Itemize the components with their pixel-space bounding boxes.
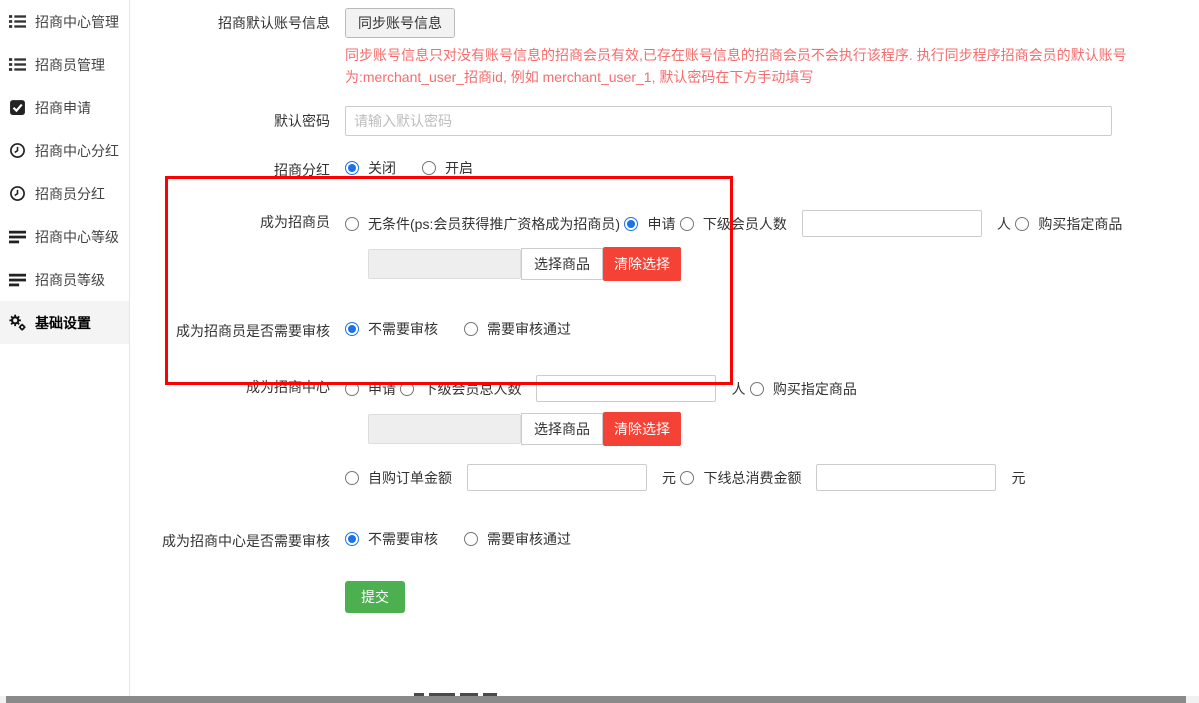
sidebar-item-label: 基础设置 bbox=[35, 313, 91, 333]
cogs-icon bbox=[9, 314, 26, 331]
submit-button[interactable]: 提交 bbox=[345, 581, 405, 613]
sidebar-item-label: 招商申请 bbox=[35, 98, 91, 118]
become-agent-row: 成为招商员 无条件(ps:会员获得推广资格成为招商员) 申请 下级会员人数人 购… bbox=[131, 210, 1199, 291]
clock-icon bbox=[9, 142, 26, 159]
center-subordinate-total-input[interactable] bbox=[536, 375, 716, 402]
sidebar-item-label: 招商中心等级 bbox=[35, 227, 119, 247]
bars-icon bbox=[9, 228, 26, 245]
sidebar: 招商中心管理 招商员管理 招商申请 招商中心分红 招商员分红 招商中心等级 招商… bbox=[0, 0, 130, 696]
center-review-label: 成为招商中心是否需要审核 bbox=[131, 529, 345, 551]
radio-checked-icon bbox=[345, 532, 359, 546]
radio-unchecked-icon bbox=[345, 217, 359, 231]
sidebar-item-label: 招商员等级 bbox=[35, 270, 105, 290]
radio-dividend-on[interactable]: 开启 bbox=[422, 158, 473, 178]
dividend-row: 招商分红 关闭 开启 bbox=[131, 158, 1199, 180]
radio-checked-icon bbox=[345, 322, 359, 336]
bars-icon bbox=[9, 271, 26, 288]
default-password-input[interactable] bbox=[345, 106, 1112, 136]
horizontal-scrollbar-thumb[interactable] bbox=[6, 696, 1186, 703]
list-icon bbox=[9, 56, 26, 73]
radio-center-downline-consumption[interactable]: 下线总消费金额元 bbox=[680, 464, 1025, 491]
radio-unchecked-icon bbox=[345, 382, 359, 396]
submit-row: 提交 bbox=[131, 581, 1199, 613]
radio-unchecked-icon bbox=[750, 382, 764, 396]
sync-account-row: 招商默认账号信息 同步账号信息 同步账号信息只对没有账号信息的招商会员有效,已存… bbox=[131, 8, 1199, 88]
radio-agent-unconditional[interactable]: 无条件(ps:会员获得推广资格成为招商员) bbox=[345, 214, 620, 234]
radio-agent-apply[interactable]: 申请 bbox=[624, 214, 675, 234]
sidebar-item-staff-dividend[interactable]: 招商员分红 bbox=[0, 172, 129, 215]
radio-unchecked-icon bbox=[680, 471, 694, 485]
default-password-row: 默认密码 bbox=[131, 106, 1199, 136]
radio-agent-no-review[interactable]: 不需要审核 bbox=[345, 319, 438, 339]
radio-unchecked-icon bbox=[1015, 217, 1029, 231]
sidebar-item-label: 招商员管理 bbox=[35, 55, 105, 75]
radio-unchecked-icon bbox=[400, 382, 414, 396]
radio-center-apply[interactable]: 申请 bbox=[345, 379, 396, 399]
horizontal-scrollbar-track[interactable] bbox=[0, 696, 1199, 703]
agent-review-row: 成为招商员是否需要审核 不需要审核 需要审核通过 bbox=[131, 319, 1199, 341]
become-agent-label: 成为招商员 bbox=[131, 210, 345, 232]
sidebar-item-basic-settings[interactable]: 基础设置 bbox=[0, 301, 129, 344]
sidebar-item-merchant-staff-manage[interactable]: 招商员管理 bbox=[0, 43, 129, 86]
radio-center-subordinate-total[interactable]: 下级会员总人数人 bbox=[400, 375, 745, 402]
radio-unchecked-icon bbox=[464, 532, 478, 546]
sidebar-item-merchant-apply[interactable]: 招商申请 bbox=[0, 86, 129, 129]
check-square-icon bbox=[9, 99, 26, 116]
radio-agent-need-review[interactable]: 需要审核通过 bbox=[464, 319, 571, 339]
radio-unchecked-icon bbox=[464, 322, 478, 336]
center-product-input[interactable] bbox=[368, 414, 521, 444]
sidebar-item-label: 招商中心管理 bbox=[35, 12, 119, 32]
sync-account-label: 招商默认账号信息 bbox=[131, 8, 345, 33]
radio-unchecked-icon bbox=[680, 217, 694, 231]
sync-account-button[interactable]: 同步账号信息 bbox=[345, 8, 455, 38]
radio-dividend-off[interactable]: 关闭 bbox=[345, 158, 396, 178]
radio-unchecked-icon bbox=[422, 161, 436, 175]
agent-product-input[interactable] bbox=[368, 249, 521, 279]
radio-checked-icon bbox=[345, 161, 359, 175]
sidebar-item-merchant-center-manage[interactable]: 招商中心管理 bbox=[0, 0, 129, 43]
default-password-label: 默认密码 bbox=[131, 106, 345, 131]
center-downline-consumption-input[interactable] bbox=[816, 464, 996, 491]
radio-agent-buy-product[interactable]: 购买指定商品 bbox=[1015, 214, 1122, 234]
list-icon bbox=[9, 13, 26, 30]
center-select-product-button[interactable]: 选择商品 bbox=[521, 413, 603, 445]
sidebar-item-staff-level[interactable]: 招商员等级 bbox=[0, 258, 129, 301]
radio-center-self-order-amount[interactable]: 自购订单金额元 bbox=[345, 464, 676, 491]
sidebar-item-center-level[interactable]: 招商中心等级 bbox=[0, 215, 129, 258]
agent-review-label: 成为招商员是否需要审核 bbox=[131, 319, 345, 341]
center-review-row: 成为招商中心是否需要审核 不需要审核 需要审核通过 bbox=[131, 529, 1199, 551]
dividend-label: 招商分红 bbox=[131, 158, 345, 180]
sync-account-help-text: 同步账号信息只对没有账号信息的招商会员有效,已存在账号信息的招商会员不会执行该程… bbox=[345, 44, 1145, 88]
clock-icon bbox=[9, 185, 26, 202]
radio-checked-icon bbox=[624, 217, 638, 231]
admin-settings-page: 招商中心管理 招商员管理 招商申请 招商中心分红 招商员分红 招商中心等级 招商… bbox=[0, 0, 1199, 703]
sidebar-item-center-dividend[interactable]: 招商中心分红 bbox=[0, 129, 129, 172]
agent-clear-select-button[interactable]: 清除选择 bbox=[603, 247, 681, 281]
center-self-order-amount-input[interactable] bbox=[467, 464, 647, 491]
settings-form: 招商默认账号信息 同步账号信息 同步账号信息只对没有账号信息的招商会员有效,已存… bbox=[131, 0, 1199, 613]
radio-agent-subordinate-count[interactable]: 下级会员人数人 bbox=[680, 210, 1011, 237]
become-center-label: 成为招商中心 bbox=[131, 375, 345, 397]
radio-center-need-review[interactable]: 需要审核通过 bbox=[464, 529, 571, 549]
agent-product-picker: 选择商品 清除选择 bbox=[368, 247, 1199, 281]
radio-center-buy-product[interactable]: 购买指定商品 bbox=[750, 379, 857, 399]
agent-select-product-button[interactable]: 选择商品 bbox=[521, 248, 603, 280]
agent-subordinate-count-input[interactable] bbox=[802, 210, 982, 237]
center-product-picker: 选择商品 清除选择 bbox=[368, 412, 1199, 446]
radio-center-no-review[interactable]: 不需要审核 bbox=[345, 529, 438, 549]
radio-unchecked-icon bbox=[345, 471, 359, 485]
become-center-row: 成为招商中心 申请 下级会员总人数人 购买指定商品 选择商品 清除选择 自购订单… bbox=[131, 375, 1199, 501]
sidebar-item-label: 招商中心分红 bbox=[35, 141, 119, 161]
sidebar-item-label: 招商员分红 bbox=[35, 184, 105, 204]
center-clear-select-button[interactable]: 清除选择 bbox=[603, 412, 681, 446]
